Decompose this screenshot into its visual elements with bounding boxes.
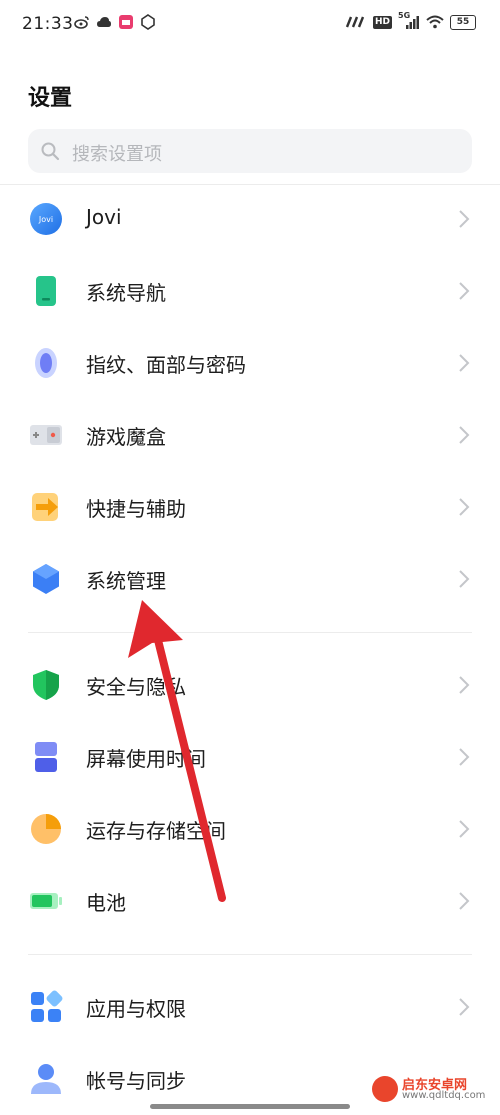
chevron-right-icon xyxy=(459,676,470,694)
group-divider xyxy=(28,632,472,633)
account-person-icon xyxy=(31,1064,61,1094)
watermark: 启东安卓网 www.qdltdq.com xyxy=(372,1074,496,1104)
battery-icon: 55 xyxy=(450,14,476,30)
settings-item-label: 应用与权限 xyxy=(86,997,186,1021)
settings-item-label: 运存与存储空间 xyxy=(86,819,226,843)
shortcut-arrow-icon xyxy=(32,493,58,521)
settings-item-label: 电池 xyxy=(86,891,126,915)
settings-item-label: Jovi xyxy=(86,205,122,229)
wifi-icon xyxy=(426,15,444,29)
chevron-right-icon xyxy=(459,892,470,910)
status-icons-left xyxy=(74,14,156,30)
chevron-right-icon xyxy=(459,498,470,516)
settings-item-screen-time[interactable]: 屏幕使用时间 xyxy=(0,721,500,793)
fingerprint-icon xyxy=(35,348,57,378)
settings-item-label: 快捷与辅助 xyxy=(86,497,186,521)
watermark-url: www.qdltdq.com xyxy=(402,1090,486,1101)
jovi-icon-text: Jovi xyxy=(38,215,53,224)
status-time: 21:33 xyxy=(22,14,74,34)
chevron-right-icon xyxy=(459,426,470,444)
settings-item-label: 指纹、面部与密码 xyxy=(86,353,246,377)
jovi-icon: Jovi xyxy=(30,203,62,235)
battery-level: 55 xyxy=(456,16,470,27)
cloud-icon xyxy=(97,17,111,27)
settings-item-battery[interactable]: 电池 xyxy=(0,865,500,937)
weibo-icon xyxy=(74,16,89,29)
settings-item-shortcuts-accessibility[interactable]: 快捷与辅助 xyxy=(0,471,500,543)
5g-signal-icon: 5G xyxy=(398,11,420,30)
settings-item-label: 游戏魔盒 xyxy=(86,425,166,449)
chevron-right-icon xyxy=(459,748,470,766)
settings-item-game-box[interactable]: 游戏魔盒 xyxy=(0,399,500,471)
hourglass-icon xyxy=(35,742,57,772)
network-speed-icon xyxy=(345,16,365,28)
battery-green-icon xyxy=(30,893,62,909)
settings-item-system-navigation[interactable]: 系统导航 xyxy=(0,255,500,327)
status-icons-right: HD 5G 55 xyxy=(345,11,476,30)
chevron-right-icon xyxy=(459,570,470,588)
search-icon xyxy=(41,142,60,161)
settings-item-jovi[interactable]: Jovi Jovi xyxy=(0,183,500,255)
settings-item-system-management[interactable]: 系统管理 xyxy=(0,543,500,615)
hexagon-system-icon xyxy=(33,564,59,594)
settings-item-security-privacy[interactable]: 安全与隐私 xyxy=(0,649,500,721)
shield-outline-icon xyxy=(141,14,155,30)
chevron-right-icon xyxy=(459,820,470,838)
settings-item-label: 屏幕使用时间 xyxy=(86,747,206,771)
group-divider xyxy=(28,954,472,955)
app-notification-icon xyxy=(119,15,133,29)
game-box-icon xyxy=(30,425,62,445)
storage-pie-icon xyxy=(31,814,61,844)
page-title: 设置 xyxy=(28,86,73,111)
settings-item-label: 安全与隐私 xyxy=(86,675,186,699)
chevron-right-icon xyxy=(459,210,470,228)
watermark-logo-icon xyxy=(372,1076,398,1102)
settings-item-fingerprint-face-password[interactable]: 指纹、面部与密码 xyxy=(0,327,500,399)
settings-item-label: 系统管理 xyxy=(86,569,166,593)
hd-icon: HD xyxy=(372,15,392,29)
settings-item-memory-storage[interactable]: 运存与存储空间 xyxy=(0,793,500,865)
settings-item-label: 帐号与同步 xyxy=(86,1069,186,1093)
chevron-right-icon xyxy=(459,998,470,1016)
chevron-right-icon xyxy=(459,282,470,300)
search-bar[interactable]: 搜索设置项 xyxy=(28,129,472,173)
settings-item-apps-permissions[interactable]: 应用与权限 xyxy=(0,971,500,1043)
search-placeholder: 搜索设置项 xyxy=(72,144,162,165)
status-bar: 21:33 HD 5G 55 xyxy=(0,0,500,48)
phone-navigation-icon xyxy=(36,276,56,306)
apps-grid-icon xyxy=(31,990,63,1022)
settings-item-label: 系统导航 xyxy=(86,281,166,305)
chevron-right-icon xyxy=(459,354,470,372)
security-shield-icon xyxy=(33,670,59,700)
home-indicator[interactable] xyxy=(150,1104,350,1109)
